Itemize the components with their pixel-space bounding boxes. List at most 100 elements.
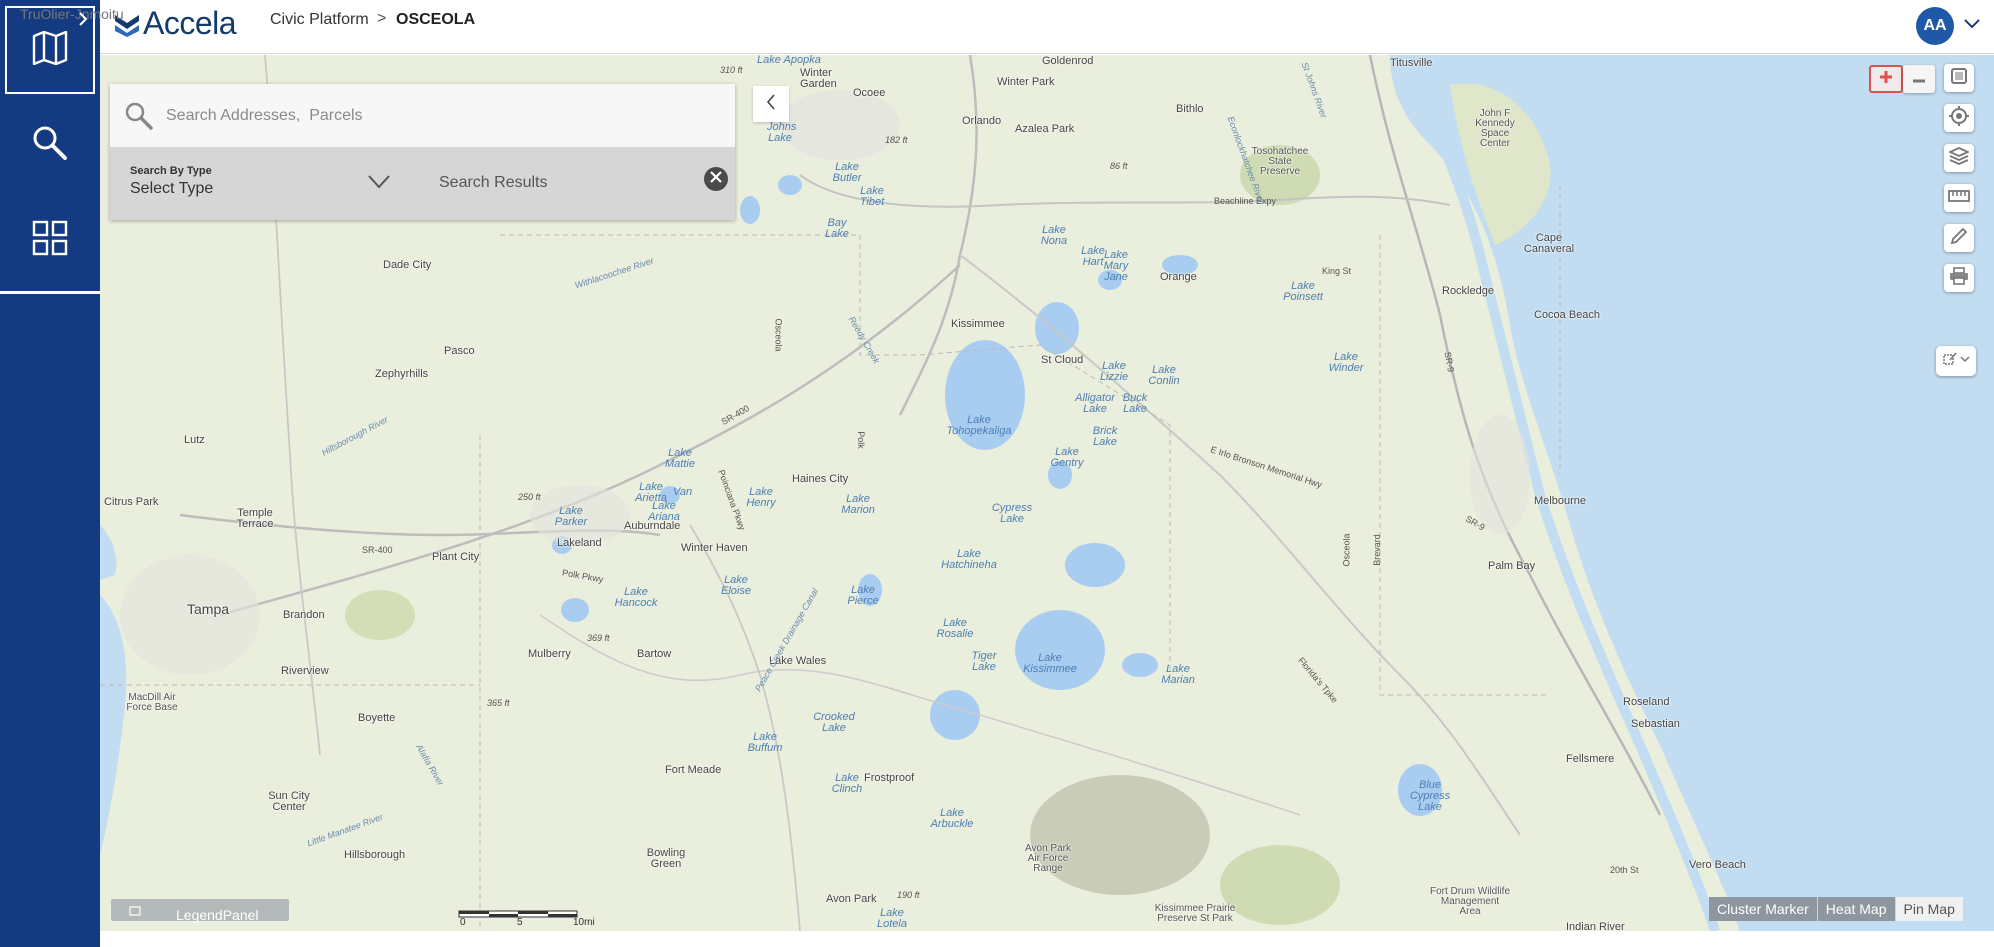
search-icon [125,102,153,135]
locate-button[interactable] [1944,104,1974,132]
collapse-panel-button[interactable] [753,86,789,122]
user-avatar[interactable]: AA [1916,7,1954,45]
road-label: 86 ft [1110,161,1128,171]
fullscreen-button[interactable] [1944,64,1974,92]
draw-tool-button[interactable] [1944,224,1974,252]
lake-label: Lake Marian [1161,663,1195,686]
place-label: Goldenrod [1042,55,1094,67]
lake-label: Lake Clinch [831,772,863,795]
place-label: Winter Park [997,76,1055,88]
lake-label: Lake Winder [1328,351,1364,374]
zoom-in-button[interactable] [1869,65,1903,93]
select-shape-icon [1942,351,1970,372]
place-label: Frostproof [864,772,915,784]
place-label: MacDill Air Force Base [126,692,178,713]
place-label: Winter Haven [681,542,748,554]
layers-button[interactable] [1944,144,1974,172]
grid-icon [32,220,68,261]
place-label: Sebastian [1631,718,1680,730]
lake-label: Lake Butler [832,161,862,184]
legend-icon [129,903,141,921]
lake-label: Lake Arbuckle [930,807,974,830]
place-label: Fort Meade [665,764,722,776]
place-label: Orange [1160,271,1197,283]
lake-label: Lake Mattie [665,447,695,470]
lake-label: Blue Cypress Lake [1409,779,1451,813]
place-label: Boyette [358,712,396,724]
search-nav-button[interactable] [0,98,100,193]
road-label: Beachline Expy [1214,196,1277,206]
accela-logo[interactable]: Accela [114,5,237,42]
lake-label: Lake Ariana [648,500,680,523]
road-label: 369 ft [587,633,610,643]
place-label: Melbourne [1534,495,1586,507]
scale-label: 5 [517,917,523,928]
ruler-icon [1948,189,1970,207]
fullscreen-icon [1950,67,1968,90]
breadcrumb-app[interactable]: Civic Platform [270,11,369,29]
place-label: Titusville [1390,57,1433,69]
place-label: John F Kennedy Space Center [1475,108,1515,149]
layers-icon [1947,146,1971,170]
map-mode-switch: Cluster Marker Heat Map Pin Map [1709,897,1964,921]
chevron-down-icon[interactable] [1964,16,1980,34]
close-search-button[interactable] [704,167,728,191]
print-button[interactable] [1944,264,1974,292]
place-label: Plant City [432,551,480,563]
place-label: St Cloud [1041,354,1084,366]
lake-label: Lake Parker [554,505,588,528]
place-label: Indian River [1566,921,1625,931]
app-root: Goldenrod Titusville Winter Garden Ocoee… [0,0,1994,947]
search-bar [110,84,735,147]
lake-label: Lake Marion [841,493,875,516]
place-label: Bithlo [1176,103,1204,115]
place-label: Bowling Green [646,847,686,870]
lake-label: Lake Lotela [877,907,907,930]
road-label: Polk [855,431,866,449]
zoom-out-button[interactable] [1903,65,1935,93]
lake-label: Lake Hancock [614,586,658,609]
chevron-down-icon[interactable] [368,175,390,194]
search-icon [32,125,68,166]
minus-icon [1912,70,1926,88]
lake-label: Lake Eloise [721,574,751,597]
lake-label: Tiger Lake [971,650,997,673]
place-label: Orlando [962,115,1002,127]
lake-label: Lake Mary Jane [1103,249,1129,283]
lake-label: Lake Rosalie [936,617,974,640]
lake-label: Cypress Lake [991,502,1033,525]
chevron-right-icon[interactable] [78,12,88,31]
search-type-label: Search By Type [130,165,212,177]
place-label: Fort Drum Wildlife Management Area [1430,886,1511,917]
place-label: Haines City [792,473,849,485]
place-label: Pasco [444,345,475,357]
search-type-select[interactable]: Select Type [130,180,213,198]
place-label: Hillsborough [344,849,406,861]
lake-label: Brick Lake [1092,425,1118,448]
breadcrumb-separator: > [377,10,387,27]
lake-label: Lake Tohopekaliga [946,414,1012,437]
road-label: 182 ft [885,135,908,145]
cluster-marker-button[interactable]: Cluster Marker [1709,897,1818,921]
place-label: Cape Canaveral [1523,232,1575,255]
legend-panel-toggle[interactable]: LegendPanel [111,899,289,923]
selection-tool-button[interactable] [1936,346,1976,376]
search-results-label[interactable]: Search Results [439,174,548,192]
breadcrumb-current: OSCEOLA [396,11,476,28]
locate-icon [1949,105,1969,131]
heat-map-button[interactable]: Heat Map [1817,897,1896,921]
road-label: Osceola [1341,533,1352,567]
place-label: Bartow [637,648,672,660]
lake-label: Lake Nona [1040,224,1068,247]
place-label: Roseland [1623,696,1670,708]
dashboard-nav-button[interactable] [0,193,100,288]
lake-label: Lake Hatchineha [941,548,997,571]
road-label: Osceola [773,318,784,352]
search-input[interactable] [166,101,706,131]
place-label: Sun City Center [268,790,310,813]
pin-map-button[interactable]: Pin Map [1895,897,1964,921]
top-header: Accela Civic Platform > OSCEOLA AA [100,0,1994,54]
sidebar-divider [0,291,100,294]
measure-button[interactable] [1944,184,1974,212]
lake-label: Lake Gentry [1050,446,1084,469]
